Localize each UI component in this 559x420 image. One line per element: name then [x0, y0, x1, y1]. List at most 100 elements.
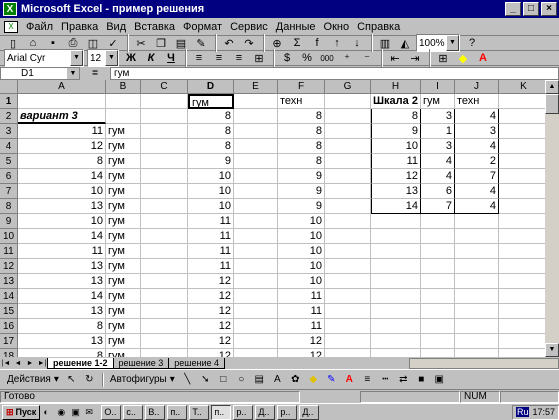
cell-j3[interactable]: 3: [455, 124, 499, 139]
menu-tools[interactable]: Сервис: [226, 21, 272, 33]
cell-i6[interactable]: 4: [421, 169, 455, 184]
horizontal-scrollbar[interactable]: [409, 358, 559, 369]
rotate-icon[interactable]: ↻: [81, 372, 98, 388]
percent-button[interactable]: %: [298, 49, 316, 67]
scroll-thumb[interactable]: [545, 94, 559, 114]
cell-a6[interactable]: 14: [18, 169, 106, 184]
cell-i10[interactable]: [421, 229, 455, 244]
cell-f2[interactable]: 8: [278, 109, 325, 124]
cell-e8[interactable]: [234, 199, 278, 214]
cell-g15[interactable]: [325, 304, 371, 319]
cell-h18[interactable]: [371, 349, 421, 357]
cell-g1[interactable]: [325, 94, 371, 109]
cell-a5[interactable]: 8: [18, 154, 106, 169]
cell-k9[interactable]: [499, 214, 545, 229]
cell-f10[interactable]: 10: [278, 229, 325, 244]
cell-d15[interactable]: 12: [188, 304, 234, 319]
rectangle-icon[interactable]: □: [215, 372, 232, 388]
cell-k10[interactable]: [499, 229, 545, 244]
cell-i13[interactable]: [421, 274, 455, 289]
menu-window[interactable]: Окно: [320, 21, 354, 33]
cell-g9[interactable]: [325, 214, 371, 229]
cell-e7[interactable]: [234, 184, 278, 199]
column-header-k[interactable]: K: [499, 80, 545, 94]
cell-g14[interactable]: [325, 289, 371, 304]
cell-b18[interactable]: гум: [106, 349, 141, 357]
row-header[interactable]: 18: [0, 349, 18, 357]
cell-b2[interactable]: [106, 109, 141, 124]
cell-f14[interactable]: 11: [278, 289, 325, 304]
column-header-h[interactable]: H: [371, 80, 421, 94]
merge-center-icon[interactable]: ⊞: [250, 49, 268, 67]
cell-b12[interactable]: гум: [106, 259, 141, 274]
cell-i11[interactable]: [421, 244, 455, 259]
cell-f3[interactable]: 8: [278, 124, 325, 139]
cell-i2[interactable]: 3: [421, 109, 455, 124]
vertical-scrollbar[interactable]: ▲ ▼: [545, 80, 559, 357]
cell-c13[interactable]: [141, 274, 188, 289]
taskbar-item[interactable]: Т..: [189, 404, 210, 420]
cell-e5[interactable]: [234, 154, 278, 169]
arrow-icon[interactable]: ➘: [197, 372, 214, 388]
underline-button[interactable]: Ч: [162, 49, 180, 67]
cell-j1[interactable]: техн: [455, 94, 499, 109]
cell-e16[interactable]: [234, 319, 278, 334]
cell-g16[interactable]: [325, 319, 371, 334]
row-header[interactable]: 4: [0, 139, 18, 154]
cell-k18[interactable]: [499, 349, 545, 357]
cell-b5[interactable]: гум: [106, 154, 141, 169]
maximize-button[interactable]: □: [523, 2, 539, 16]
actions-menu[interactable]: Действия: [4, 374, 54, 385]
cell-k6[interactable]: [499, 169, 545, 184]
align-right-icon[interactable]: ≡: [230, 49, 248, 67]
cell-f6[interactable]: 9: [278, 169, 325, 184]
cell-g11[interactable]: [325, 244, 371, 259]
cell-b9[interactable]: гум: [106, 214, 141, 229]
line-icon[interactable]: ╲: [179, 372, 196, 388]
cell-b13[interactable]: гум: [106, 274, 141, 289]
cell-g4[interactable]: [325, 139, 371, 154]
cell-k3[interactable]: [499, 124, 545, 139]
cell-d7[interactable]: 10: [188, 184, 234, 199]
cell-b10[interactable]: гум: [106, 229, 141, 244]
cell-k11[interactable]: [499, 244, 545, 259]
cell-a11[interactable]: 11: [18, 244, 106, 259]
taskbar-item[interactable]: с..: [123, 404, 144, 420]
cell-a16[interactable]: 8: [18, 319, 106, 334]
cell-f5[interactable]: 8: [278, 154, 325, 169]
row-header[interactable]: 17: [0, 334, 18, 349]
cell-f7[interactable]: 9: [278, 184, 325, 199]
cell-k15[interactable]: [499, 304, 545, 319]
borders-icon[interactable]: ⊞: [434, 49, 452, 67]
italic-button[interactable]: К: [142, 49, 160, 67]
cell-k14[interactable]: [499, 289, 545, 304]
decrease-decimal-icon[interactable]: ⁻: [358, 49, 376, 67]
cell-a7[interactable]: 10: [18, 184, 106, 199]
cell-e14[interactable]: [234, 289, 278, 304]
menu-file[interactable]: Файл: [22, 21, 57, 33]
cell-i4[interactable]: 3: [421, 139, 455, 154]
quicklaunch-icon[interactable]: ◉: [57, 407, 69, 418]
cell-k16[interactable]: [499, 319, 545, 334]
cell-f18[interactable]: 12: [278, 349, 325, 357]
cell-j2[interactable]: 4: [455, 109, 499, 124]
row-header[interactable]: 6: [0, 169, 18, 184]
cell-f12[interactable]: 10: [278, 259, 325, 274]
cell-h1[interactable]: Шкала 2: [371, 94, 421, 109]
first-sheet-icon[interactable]: |◄: [0, 358, 12, 369]
cell-g5[interactable]: [325, 154, 371, 169]
increase-decimal-icon[interactable]: ⁺: [338, 49, 356, 67]
cell-d6[interactable]: 10: [188, 169, 234, 184]
row-header[interactable]: 14: [0, 289, 18, 304]
cell-i18[interactable]: [421, 349, 455, 357]
cell-b8[interactable]: гум: [106, 199, 141, 214]
close-button[interactable]: ×: [541, 2, 557, 16]
taskbar-item[interactable]: п..: [167, 404, 188, 420]
cell-h4[interactable]: 10: [371, 139, 421, 154]
cell-d1[interactable]: гум: [188, 94, 234, 109]
row-header[interactable]: 5: [0, 154, 18, 169]
cell-j7[interactable]: 4: [455, 184, 499, 199]
cell-d14[interactable]: 12: [188, 289, 234, 304]
cell-d12[interactable]: 11: [188, 259, 234, 274]
menu-view[interactable]: Вид: [102, 21, 130, 33]
